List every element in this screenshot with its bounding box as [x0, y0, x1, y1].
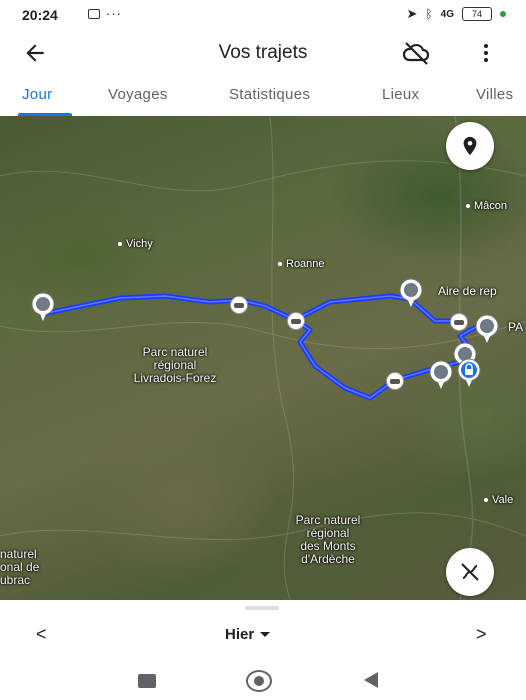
map-label-roanne: Roanne [278, 258, 325, 270]
recents-icon[interactable] [138, 674, 156, 688]
cloud-off-icon [402, 42, 430, 65]
next-day-button[interactable]: > [476, 624, 487, 645]
chevron-left-icon: < [36, 624, 47, 644]
map-label-livradois-forez: Parc naturel régional Livradois-Forez [133, 345, 217, 385]
map-label-monts-ardeche: Parc naturel régional des Monts d'Ardèch… [295, 513, 361, 566]
car-marker-icon[interactable] [287, 312, 305, 330]
stop-pin-icon[interactable] [474, 314, 500, 344]
map-view[interactable]: Mâcon Vichy Roanne Aire de rep PA Parc n… [0, 116, 526, 600]
tab-voyages[interactable]: Voyages [108, 86, 168, 103]
page-title: Vos trajets [218, 42, 308, 63]
route-off-icon [461, 563, 479, 581]
car-marker-icon[interactable] [386, 372, 404, 390]
location-pin-icon [463, 136, 477, 156]
status-right-icons: ➤ ᛒ 4G 74 [407, 6, 506, 22]
more-vert-icon [484, 44, 488, 48]
date-label: Hier [225, 626, 255, 643]
tab-bar: Jour Voyages Statistiques Lieux Villes [0, 76, 526, 116]
stop-pin-icon[interactable] [30, 292, 56, 322]
status-left-icons: ··· [88, 6, 122, 21]
tab-villes[interactable]: Villes [476, 86, 513, 103]
sync-off-button[interactable] [400, 40, 434, 66]
map-overlay [0, 116, 526, 600]
battery-icon: 74 [462, 7, 492, 21]
bluetooth-icon: ᛒ [425, 7, 433, 21]
stop-pin-icon[interactable] [428, 360, 454, 390]
system-nav-bar [0, 660, 526, 700]
status-bar: 20:24 ··· ➤ ᛒ 4G 74 [0, 0, 526, 30]
tab-lieux[interactable]: Lieux [382, 86, 419, 103]
date-selector[interactable]: Hier [225, 626, 271, 643]
dropdown-caret-icon [260, 632, 271, 637]
terrain-texture [0, 116, 526, 600]
location-arrow-icon: ➤ [406, 6, 418, 21]
stop-pin-icon[interactable] [398, 278, 424, 308]
more-options-button[interactable] [476, 40, 496, 66]
signal-4g-icon: 4G [440, 8, 454, 20]
car-marker-icon[interactable] [450, 313, 468, 331]
hide-route-button[interactable] [446, 548, 494, 596]
tab-jour[interactable]: Jour [22, 86, 52, 103]
map-label-valence: Vale [484, 494, 513, 506]
home-icon[interactable] [246, 670, 272, 692]
app-bar: Vos trajets [0, 30, 526, 76]
place-pin-button[interactable] [446, 122, 494, 170]
map-label-pa: PA [508, 320, 524, 334]
route-path [39, 293, 488, 401]
back-icon[interactable] [364, 672, 378, 688]
lock-pin-icon[interactable] [456, 358, 482, 388]
battery-level: 74 [471, 8, 482, 19]
more-notifications-icon: ··· [106, 6, 122, 21]
previous-day-button[interactable]: < [36, 624, 47, 645]
map-label-aubrac: naturel onal de ubrac [0, 547, 40, 587]
tab-statistiques[interactable]: Statistiques [229, 86, 310, 103]
status-time: 20:24 [22, 7, 58, 23]
privacy-indicator-dot [500, 11, 506, 17]
map-label-aire-de-repos: Aire de rep [438, 284, 497, 298]
map-label-macon: Mâcon [466, 200, 507, 212]
sheet-drag-handle[interactable] [245, 606, 279, 610]
car-marker-icon[interactable] [230, 296, 248, 314]
map-label-vichy: Vichy [118, 238, 153, 250]
chevron-right-icon: > [476, 624, 487, 644]
message-icon [88, 8, 100, 19]
